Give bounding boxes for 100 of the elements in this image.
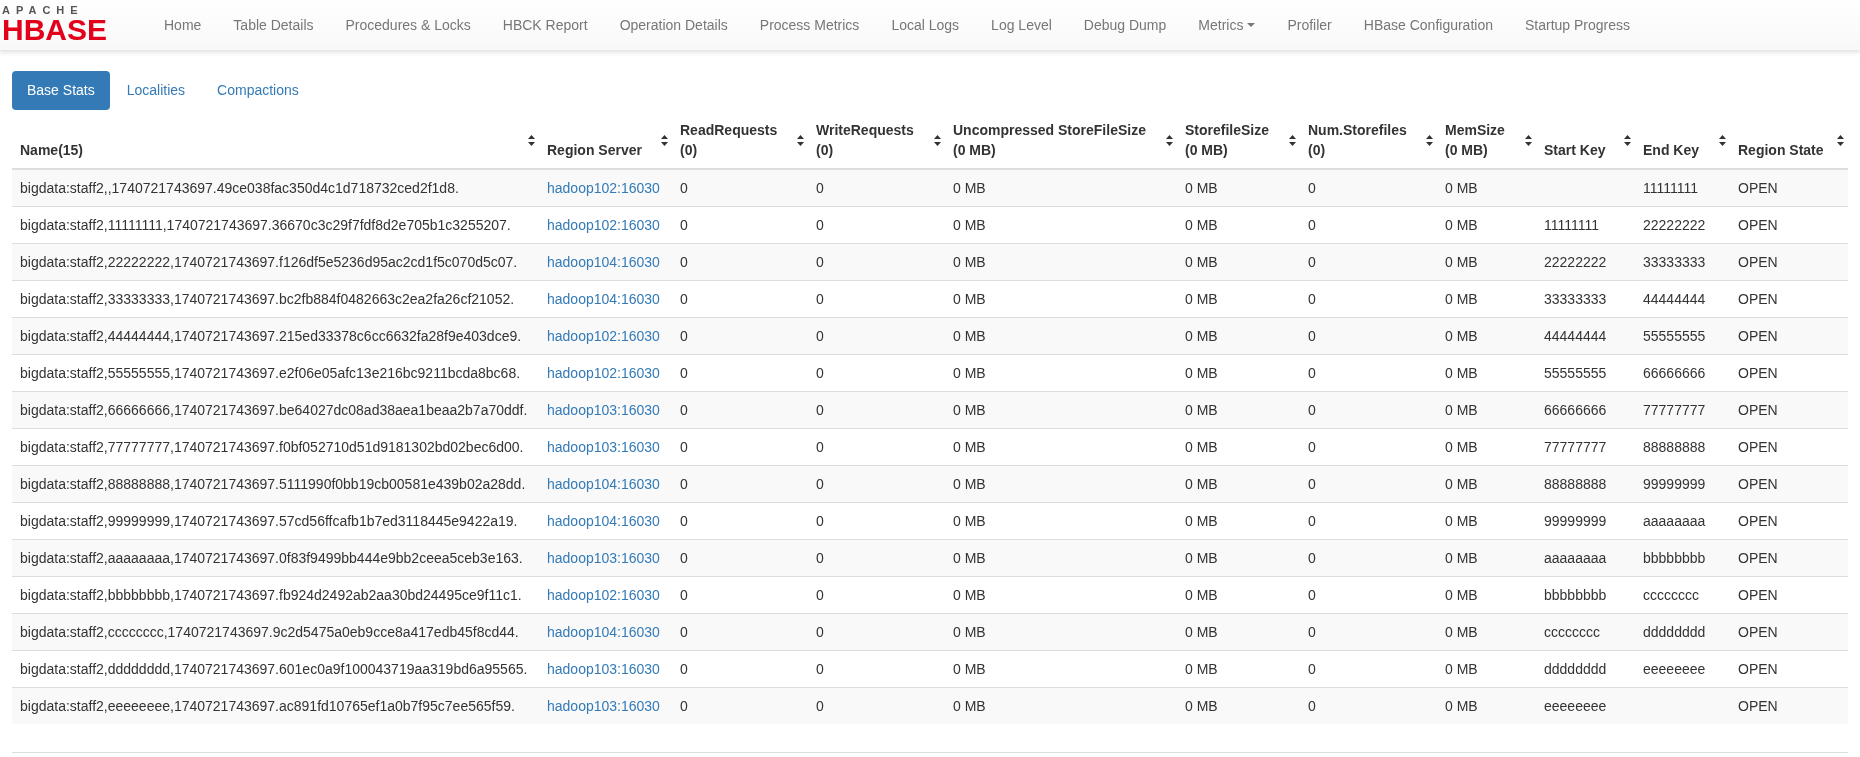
table-cell: 0 MB bbox=[953, 697, 986, 714]
region-server-link[interactable]: hadoop104:16030 bbox=[547, 623, 660, 640]
table-cell: 0 bbox=[680, 586, 688, 603]
table-cell: 0 MB bbox=[1185, 475, 1218, 492]
sort-icon[interactable] bbox=[1624, 134, 1631, 146]
sort-icon[interactable] bbox=[1426, 134, 1433, 146]
table-cell: 0 MB bbox=[1445, 512, 1478, 529]
nav-link[interactable]: Local Logs bbox=[875, 14, 976, 36]
table-cell: 0 bbox=[680, 290, 688, 307]
table-cell: 0 bbox=[680, 512, 688, 529]
table-cell: 0 bbox=[1308, 216, 1316, 233]
region-server-link[interactable]: hadoop104:16030 bbox=[547, 253, 660, 270]
sort-icon[interactable] bbox=[1289, 134, 1296, 146]
sort-icon[interactable] bbox=[934, 134, 941, 146]
region-server-link[interactable]: hadoop102:16030 bbox=[547, 586, 660, 603]
tab[interactable]: Localities bbox=[111, 71, 201, 110]
table-cell: 0 MB bbox=[1445, 253, 1478, 270]
table-cell: 0 MB bbox=[1445, 549, 1478, 566]
table-cell: bigdata:staff2,eeeeeeee,1740721743697.ac891fd10765ef1a0b7f95c7ee565f59. bbox=[20, 697, 515, 714]
table-cell: 0 bbox=[680, 401, 688, 418]
table-cell: OPEN bbox=[1738, 438, 1778, 455]
nav-link[interactable]: Procedures & Locks bbox=[329, 14, 487, 36]
table-cell: 0 MB bbox=[1185, 623, 1218, 640]
table-cell: 0 MB bbox=[1445, 179, 1478, 196]
nav-link[interactable]: Profiler bbox=[1271, 14, 1348, 36]
tab[interactable]: Compactions bbox=[202, 71, 314, 110]
table-cell: bigdata:staff2,99999999,1740721743697.57cd56ffcafb1b7ed3118445e9422a19. bbox=[20, 512, 518, 529]
nav-link[interactable]: HBCK Report bbox=[486, 14, 604, 36]
table-cell: 0 bbox=[816, 327, 824, 344]
table-cell: 0 MB bbox=[1445, 660, 1478, 677]
table-cell: OPEN bbox=[1738, 475, 1778, 492]
nav-link[interactable]: Log Level bbox=[975, 14, 1068, 36]
table-cell: 0 bbox=[1308, 475, 1316, 492]
sort-icon[interactable] bbox=[528, 134, 535, 146]
table-cell: 0 MB bbox=[1445, 586, 1478, 603]
table-cell: 55555555 bbox=[1643, 327, 1706, 344]
table-cell: 0 bbox=[816, 179, 824, 196]
region-server-link[interactable]: hadoop104:16030 bbox=[547, 290, 660, 307]
table-cell: 0 bbox=[1308, 586, 1316, 603]
region-server-link[interactable]: hadoop102:16030 bbox=[547, 364, 660, 381]
table-cell: 0 bbox=[816, 586, 824, 603]
table-cell: OPEN bbox=[1738, 216, 1778, 233]
region-server-link[interactable]: hadoop103:16030 bbox=[547, 438, 660, 455]
nav-link[interactable]: Operation Details bbox=[603, 14, 744, 36]
sort-icon[interactable] bbox=[1525, 134, 1532, 146]
table-cell: 0 MB bbox=[953, 290, 986, 307]
table-cell: 0 bbox=[680, 438, 688, 455]
table-cell: 0 MB bbox=[1445, 216, 1478, 233]
nav-link[interactable]: Startup Progress bbox=[1509, 14, 1647, 36]
table-cell: 0 bbox=[1308, 438, 1316, 455]
column-header: Start Key bbox=[1544, 141, 1606, 160]
region-server-link[interactable]: hadoop104:16030 bbox=[547, 512, 660, 529]
nav-link[interactable]: Process Metrics bbox=[743, 14, 876, 36]
region-server-link[interactable]: hadoop103:16030 bbox=[547, 401, 660, 418]
hbase-logo[interactable]: APACHE HBASE bbox=[0, 5, 148, 45]
table-cell: 0 MB bbox=[953, 549, 986, 566]
sort-icon[interactable] bbox=[1719, 134, 1726, 146]
table-cell: 0 bbox=[1308, 179, 1316, 196]
table-cell: OPEN bbox=[1738, 179, 1778, 196]
region-server-link[interactable]: hadoop102:16030 bbox=[547, 216, 660, 233]
region-server-link[interactable]: hadoop103:16030 bbox=[547, 660, 660, 677]
table-cell: aaaaaaaa bbox=[1643, 512, 1706, 529]
sort-icon[interactable] bbox=[661, 134, 668, 146]
nav-link[interactable]: Metrics bbox=[1182, 14, 1272, 36]
nav-link[interactable]: HBase Configuration bbox=[1347, 14, 1509, 36]
table-cell: 0 MB bbox=[1445, 697, 1478, 714]
table-cell: 0 bbox=[680, 660, 688, 677]
table-cell: 0 bbox=[1308, 327, 1316, 344]
table-cell: 0 MB bbox=[953, 216, 986, 233]
table-cell: 0 bbox=[816, 438, 824, 455]
table-cell: 0 MB bbox=[1185, 512, 1218, 529]
table-cell: 0 MB bbox=[953, 179, 986, 196]
region-server-link[interactable]: hadoop103:16030 bbox=[547, 697, 660, 714]
tab[interactable]: Base Stats bbox=[12, 71, 110, 110]
table-cell: 0 MB bbox=[1445, 290, 1478, 307]
table-cell: 0 MB bbox=[953, 660, 986, 677]
table-cell: eeeeeeee bbox=[1643, 660, 1706, 677]
region-server-link[interactable]: hadoop103:16030 bbox=[547, 549, 660, 566]
table-cell: 0 bbox=[1308, 364, 1316, 381]
table-cell: 0 MB bbox=[1185, 290, 1218, 307]
table-cell: 0 bbox=[680, 216, 688, 233]
region-server-link[interactable]: hadoop104:16030 bbox=[547, 475, 660, 492]
table-cell: 0 bbox=[680, 623, 688, 640]
table-cell: 0 MB bbox=[1185, 549, 1218, 566]
region-server-link[interactable]: hadoop102:16030 bbox=[547, 327, 660, 344]
table-cell: OPEN bbox=[1738, 253, 1778, 270]
nav-link[interactable]: Table Details bbox=[217, 14, 330, 36]
table-cell: 0 bbox=[816, 401, 824, 418]
nav-link[interactable]: Debug Dump bbox=[1067, 14, 1183, 36]
table-cell: 11111111 bbox=[1643, 179, 1698, 196]
nav-link[interactable]: Home bbox=[148, 14, 218, 36]
sort-icon[interactable] bbox=[1837, 134, 1844, 146]
table-cell: OPEN bbox=[1738, 327, 1778, 344]
table-cell: 0 MB bbox=[1445, 623, 1478, 640]
region-server-link[interactable]: hadoop102:16030 bbox=[547, 179, 660, 196]
table-cell: 99999999 bbox=[1544, 512, 1607, 529]
table-cell: 0 bbox=[1308, 253, 1316, 270]
sort-icon[interactable] bbox=[797, 134, 804, 146]
column-header: Region State bbox=[1738, 141, 1824, 160]
sort-icon[interactable] bbox=[1166, 134, 1173, 146]
